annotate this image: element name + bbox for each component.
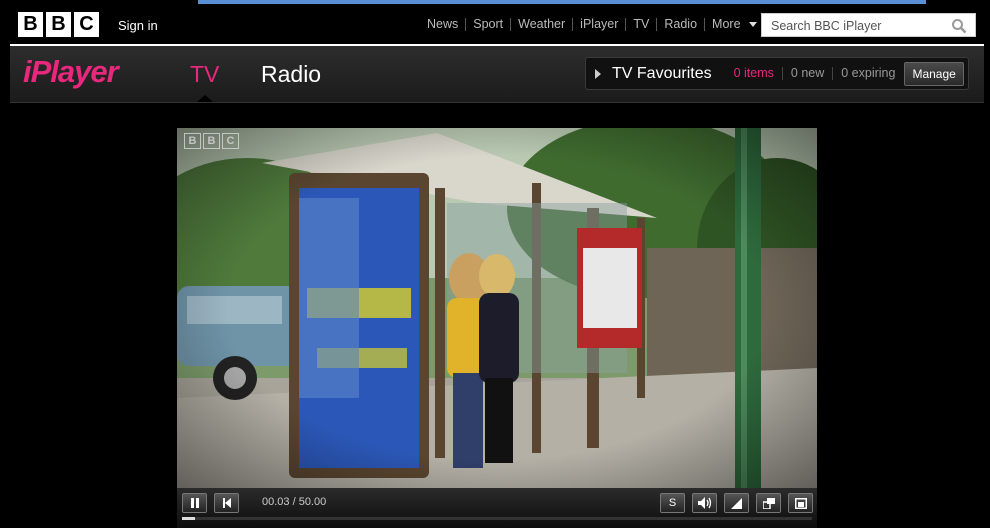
top-stripe: [198, 0, 926, 4]
brightness-button[interactable]: [724, 493, 749, 513]
watermark-letter: B: [203, 133, 220, 149]
search-input[interactable]: [769, 15, 953, 37]
progress-fill: [182, 517, 195, 520]
nav-tv[interactable]: TV: [626, 18, 658, 31]
favourites-items-count: 0 items: [726, 67, 783, 80]
fullscreen-icon: [794, 497, 807, 509]
player-controls: 00.03 / 50.00 S: [177, 488, 817, 528]
expand-triangle-icon[interactable]: [595, 68, 601, 79]
nav-radio[interactable]: Radio: [657, 18, 706, 31]
tab-radio[interactable]: Radio: [261, 61, 321, 88]
iplayer-header: iPlayer TV Radio TV Favourites 0 items 0…: [10, 46, 984, 103]
favourites-expiring-count: 0 expiring: [841, 66, 896, 80]
pause-icon: [190, 498, 199, 508]
nav-sport[interactable]: Sport: [466, 18, 512, 31]
sign-in-link[interactable]: Sign in: [118, 18, 158, 33]
subtitles-button[interactable]: S: [660, 493, 685, 513]
iplayer-logo[interactable]: iPlayer: [23, 54, 119, 90]
nav-more-label: More: [712, 17, 741, 31]
bbc-watermark: B B C: [184, 133, 239, 149]
search-box: [761, 13, 976, 37]
watermark-letter: B: [184, 133, 201, 149]
favourites-new-count: 0 new: [783, 67, 834, 80]
tab-tv[interactable]: TV: [190, 61, 219, 88]
video-frame[interactable]: [177, 128, 817, 488]
chevron-down-icon: [748, 22, 757, 27]
bbc-logo-letter: C: [74, 12, 99, 37]
watermark-letter: C: [222, 133, 239, 149]
nav-news[interactable]: News: [420, 18, 467, 31]
popout-button[interactable]: [756, 493, 781, 513]
volume-button[interactable]: [692, 493, 717, 513]
brightness-icon: [731, 497, 742, 509]
tv-favourites-panel: TV Favourites 0 items 0 new 0 expiring M…: [585, 57, 969, 90]
nav-weather[interactable]: Weather: [511, 18, 574, 31]
skip-back-button[interactable]: [214, 493, 239, 513]
pause-button[interactable]: [182, 493, 207, 513]
timecode: 00.03 / 50.00: [262, 496, 327, 508]
bbc-logo[interactable]: B B C: [18, 12, 99, 37]
manage-button[interactable]: Manage: [904, 61, 964, 86]
favourites-title[interactable]: TV Favourites: [612, 65, 712, 83]
nav-iplayer[interactable]: iPlayer: [573, 18, 627, 31]
nav-more[interactable]: More: [705, 18, 763, 31]
bbc-logo-letter: B: [18, 12, 43, 37]
global-nav: News Sport Weather iPlayer TV Radio More: [420, 18, 764, 31]
volume-icon: [697, 497, 711, 509]
skip-back-icon: [222, 498, 231, 508]
active-tab-pointer: [197, 95, 213, 102]
fullscreen-button[interactable]: [788, 493, 813, 513]
bbc-logo-letter: B: [46, 12, 71, 37]
bbc-global-bar: B B C Sign in News Sport Weather iPlayer…: [0, 0, 990, 46]
progress-bar[interactable]: [182, 517, 812, 520]
popout-icon: [762, 497, 775, 509]
subtitles-label: S: [668, 497, 677, 509]
video-scene: [177, 128, 817, 488]
search-icon[interactable]: [951, 18, 967, 34]
